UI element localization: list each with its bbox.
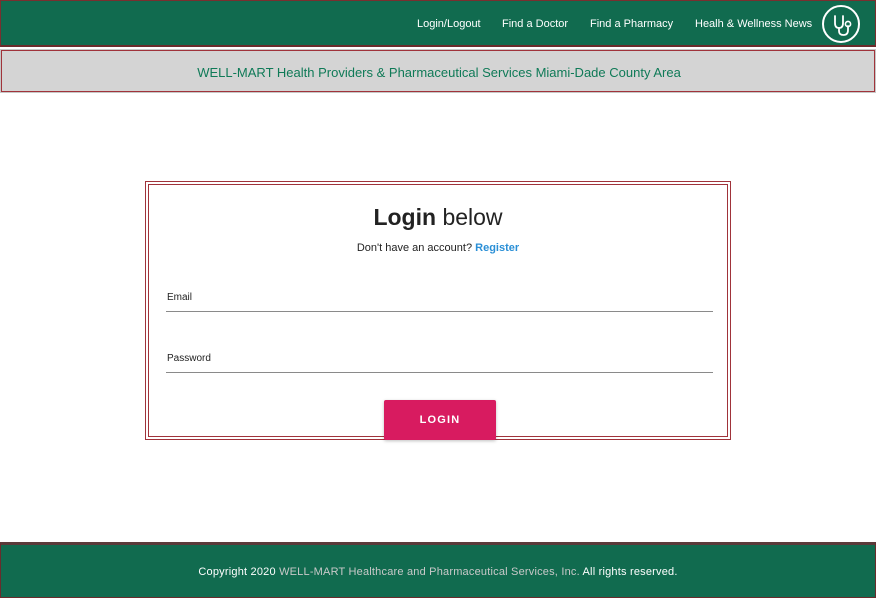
login-button[interactable]: LOGIN — [384, 400, 496, 440]
copyright-notice: Copyright 2020 WELL-MART Healthcare and … — [1, 566, 875, 578]
password-input[interactable] — [166, 347, 713, 372]
password-field[interactable]: Password — [166, 347, 713, 373]
copyright-prefix: Copyright 2020 — [198, 566, 276, 578]
top-navigation-bar: Login/Logout Find a Doctor Find a Pharma… — [0, 0, 876, 47]
email-input[interactable] — [166, 286, 713, 311]
site-footer: Copyright 2020 WELL-MART Healthcare and … — [0, 542, 876, 598]
stethoscope-icon[interactable] — [822, 5, 860, 43]
login-title-rest: below — [442, 204, 503, 230]
copyright-company: WELL-MART Healthcare and Pharmaceutical … — [279, 566, 580, 578]
login-card-inner: Login below Don't have an account? Regis… — [148, 184, 728, 440]
nav-find-doctor-link[interactable]: Find a Doctor — [502, 18, 568, 30]
stethoscope-icon-graphic — [834, 15, 852, 36]
site-banner: WELL-MART Health Providers & Pharmaceuti… — [0, 49, 876, 93]
login-card: Login below Don't have an account? Regis… — [145, 181, 731, 440]
register-link[interactable]: Register — [475, 242, 519, 254]
register-prompt-text: Don't have an account? — [356, 242, 473, 254]
nav-login-logout-link[interactable]: Login/Logout — [417, 18, 481, 30]
nav-health-wellness-news-link[interactable]: Healh & Wellness News — [695, 18, 812, 30]
login-title: Login below — [149, 204, 727, 231]
login-title-bold: Login — [373, 204, 437, 230]
copyright-suffix: All rights reserved. — [582, 566, 678, 578]
email-field[interactable]: Email — [166, 286, 713, 312]
banner-title: WELL-MART Health Providers & Pharmaceuti… — [197, 65, 681, 80]
nav-find-pharmacy-link[interactable]: Find a Pharmacy — [590, 18, 673, 30]
register-prompt: Don't have an account? Register — [149, 242, 727, 254]
